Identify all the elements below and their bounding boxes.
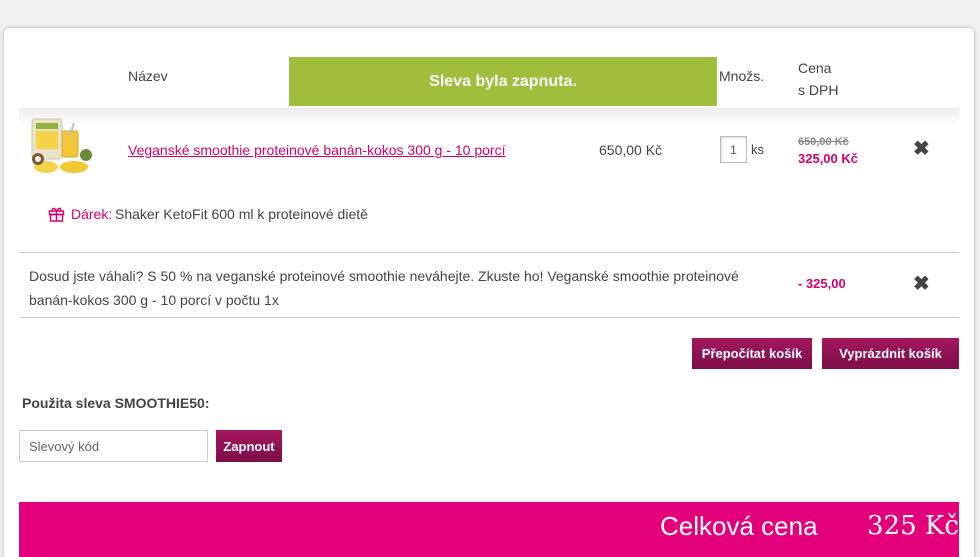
column-header-name: Název: [128, 68, 168, 84]
original-price: 650,00 Kč: [798, 136, 849, 148]
quantity-unit: ks: [751, 142, 764, 157]
total-bar: Celková cena 325 Kč: [19, 502, 959, 557]
gift-text: Shaker KetoFit 600 ml k proteinové dietě: [115, 206, 368, 222]
apply-coupon-button[interactable]: Zapnout: [216, 430, 282, 462]
empty-cart-button[interactable]: Vyprázdnit košík: [822, 338, 959, 369]
column-header-price: Cena s DPH: [798, 57, 838, 101]
unit-price: 650,00 Kč: [599, 142, 663, 158]
discount-amount: - 325,00: [798, 276, 846, 291]
cart-item-row: [19, 108, 959, 253]
recalculate-cart-button[interactable]: Přepočítat košík: [692, 338, 812, 369]
gift-label: Dárek:: [71, 206, 113, 222]
discount-description: Dosud jste váhali? S 50 % na veganské pr…: [29, 268, 739, 308]
notification-toast: Sleva byla zapnuta.: [289, 57, 717, 106]
coupon-applied-title: Použita sleva SMOOTHIE50:: [22, 395, 210, 411]
coupon-code-input[interactable]: [19, 430, 208, 462]
total-value: 325 Kč: [867, 511, 959, 541]
discounted-price: 325,00 Kč: [798, 151, 858, 166]
column-header-price-line2: s DPH: [798, 82, 839, 98]
column-header-quantity: Množs.: [719, 68, 765, 84]
close-icon: ✖: [913, 273, 930, 295]
gift-icon: [48, 207, 65, 222]
total-label: Celková cena: [660, 511, 818, 541]
column-header-price-line1: Cena: [798, 60, 832, 76]
remove-discount-button[interactable]: ✖: [913, 274, 930, 294]
product-image[interactable]: [28, 117, 98, 177]
close-icon: ✖: [913, 138, 930, 160]
remove-item-button[interactable]: ✖: [913, 139, 930, 159]
product-link[interactable]: Veganské smoothie proteinové banán-kokos…: [128, 142, 505, 158]
quantity-input[interactable]: [720, 136, 747, 163]
